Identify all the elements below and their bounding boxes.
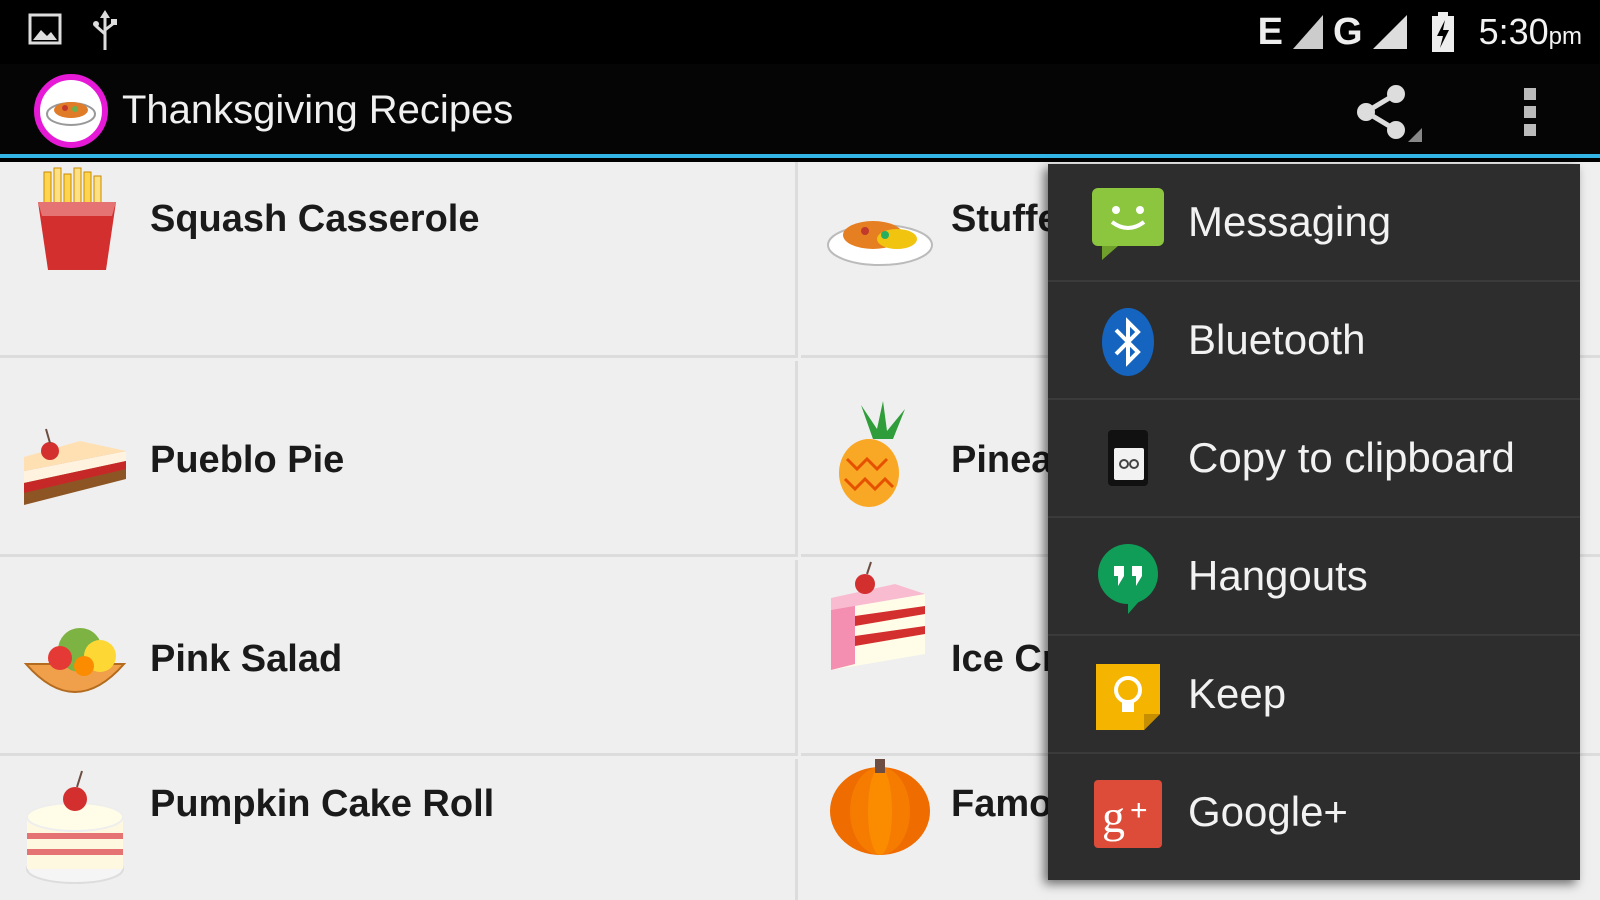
share-option-label: Keep <box>1188 670 1287 717</box>
svg-text:g: g <box>1102 791 1125 842</box>
google-plus-icon: g + <box>1094 780 1162 848</box>
share-option-label: Messaging <box>1188 198 1392 245</box>
recipe-label: Ice Cr <box>951 638 1057 680</box>
fries-icon <box>38 167 116 270</box>
pineapple-icon <box>839 401 905 507</box>
recipe-item-pueblo-pie[interactable]: Pueblo Pie <box>0 361 798 557</box>
share-option-label: Hangouts <box>1188 552 1368 599</box>
dot <box>1524 106 1536 118</box>
pumpkin-icon <box>830 759 930 855</box>
keep-icon <box>1096 664 1160 730</box>
signal-icon-2 <box>1372 15 1407 49</box>
network-type-label-2: G <box>1333 10 1363 53</box>
share-option-copy-to-clipboard[interactable]: Copy to clipboard <box>1048 400 1580 518</box>
dot <box>1524 124 1536 136</box>
app-logo-icon[interactable] <box>34 74 108 148</box>
cake-icon <box>26 770 124 884</box>
recipe-label: Pumpkin Cake Roll <box>150 783 495 825</box>
share-icon <box>1357 85 1422 142</box>
share-option-messaging[interactable]: Messaging <box>1048 164 1580 282</box>
image-notification-icon <box>28 13 62 45</box>
battery-charging-icon <box>1431 12 1454 52</box>
clock: 5:30pm <box>1478 11 1582 52</box>
dot <box>1524 88 1536 100</box>
recipe-label: Pueblo Pie <box>150 439 345 481</box>
cake-slice-icon <box>831 561 925 670</box>
signal-icon <box>1293 15 1324 49</box>
app-title: Thanksgiving Recipes <box>122 88 514 132</box>
share-option-label: Google+ <box>1188 788 1348 835</box>
hangouts-icon <box>1098 544 1158 614</box>
share-option-hangouts[interactable]: Hangouts <box>1048 518 1580 636</box>
status-bar: E G 5:30pm <box>0 0 1600 64</box>
fruit-salad-icon <box>23 628 127 693</box>
recipe-label: Stuffe <box>951 198 1059 240</box>
share-popup-menu: Messaging Bluetooth Copy to clipboard Ha… <box>1048 164 1580 880</box>
overflow-menu-button[interactable] <box>1510 82 1550 142</box>
share-option-label: Bluetooth <box>1188 316 1366 363</box>
share-option-label: Copy to clipboard <box>1188 434 1515 481</box>
bluetooth-icon <box>1102 308 1154 376</box>
recipe-item-pink-salad[interactable]: Pink Salad <box>0 560 798 756</box>
recipe-label: Famo <box>951 783 1053 825</box>
recipe-label: Squash Casserole <box>150 198 480 240</box>
plate-food-icon <box>827 221 933 266</box>
svg-text:+: + <box>1130 794 1148 827</box>
action-bar: Thanksgiving Recipes <box>0 64 1600 158</box>
usb-icon <box>93 10 117 50</box>
share-option-keep[interactable]: Keep <box>1048 636 1580 754</box>
recipe-item-squash-casserole[interactable]: Squash Casserole <box>0 162 798 358</box>
messaging-icon <box>1092 188 1164 260</box>
pie-slice-icon <box>24 428 126 505</box>
share-button[interactable] <box>1352 82 1422 142</box>
share-option-bluetooth[interactable]: Bluetooth <box>1048 282 1580 400</box>
clipboard-icon <box>1108 430 1148 486</box>
share-option-google-plus[interactable]: g + Google+ <box>1048 754 1580 872</box>
recipe-item-pumpkin-cake-roll[interactable]: Pumpkin Cake Roll <box>0 759 798 900</box>
recipe-label: Pinea <box>951 439 1053 481</box>
recipe-label: Pink Salad <box>150 638 343 680</box>
network-type-label: E <box>1257 10 1284 53</box>
